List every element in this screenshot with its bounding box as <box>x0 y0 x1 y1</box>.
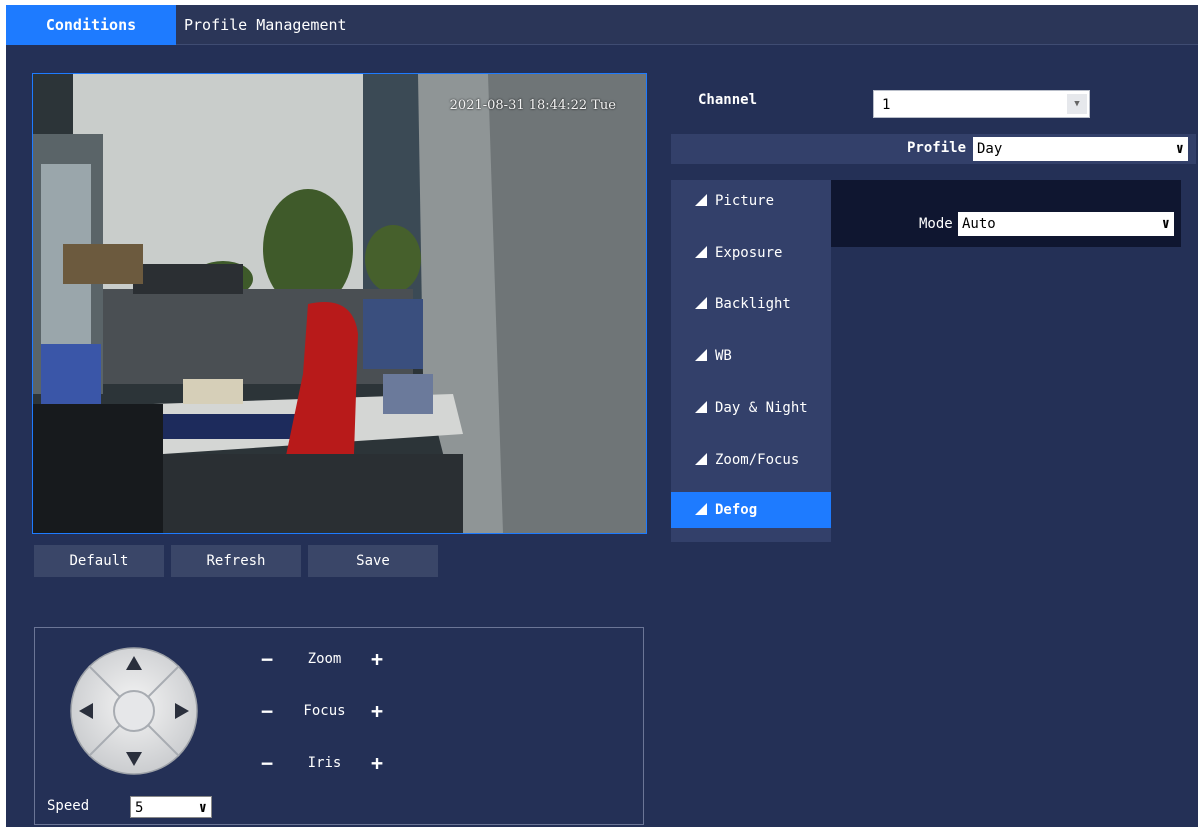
triangle-corner-icon <box>695 348 707 361</box>
menu-item-label: Picture <box>715 193 775 209</box>
profile-bar: Profile Day ∨ <box>671 134 1196 164</box>
menu-item-label: Defog <box>715 502 758 518</box>
focus-plus-button[interactable]: + <box>367 699 387 723</box>
menu-item-zoom-focus[interactable]: Zoom/Focus <box>671 442 831 478</box>
default-button[interactable]: Default <box>34 545 164 577</box>
dropdown-arrow-icon[interactable]: ▼ <box>1067 94 1087 114</box>
iris-minus-button[interactable]: − <box>257 751 277 775</box>
tab-profile-management[interactable]: Profile Management <box>184 5 384 45</box>
iris-control: − Iris + <box>257 751 397 775</box>
triangle-corner-icon <box>695 452 707 465</box>
triangle-corner-icon <box>695 245 707 258</box>
video-timestamp-overlay: 2021-08-31 18:44:22 Tue <box>449 98 616 113</box>
menu-item-picture[interactable]: Picture <box>671 183 831 219</box>
camera-scene <box>33 74 646 533</box>
triangle-corner-icon <box>695 193 707 206</box>
top-tab-bar: Conditions Profile Management <box>6 5 1198 45</box>
triangle-corner-icon <box>695 296 707 309</box>
menu-item-label: Zoom/Focus <box>715 452 800 468</box>
channel-value: 1 <box>882 97 891 113</box>
menu-item-backlight[interactable]: Backlight <box>671 286 831 322</box>
channel-select[interactable]: 1 ▼ <box>873 90 1090 118</box>
zoom-minus-button[interactable]: − <box>257 647 277 671</box>
focus-control: − Focus + <box>257 699 397 723</box>
settings-menu: Picture Exposure Backlight WB Day & Nigh… <box>671 180 831 542</box>
app-window: Conditions Profile Management 2021-08-31… <box>6 5 1198 827</box>
menu-item-label: Day & Night <box>715 400 808 416</box>
speed-label: Speed <box>47 798 90 814</box>
iris-label: Iris <box>307 755 342 771</box>
live-video-preview: 2021-08-31 18:44:22 Tue <box>32 73 647 534</box>
menu-item-label: Exposure <box>715 245 783 261</box>
focus-minus-button[interactable]: − <box>257 699 277 723</box>
tab-conditions[interactable]: Conditions <box>6 5 176 45</box>
chevron-down-icon: ∨ <box>198 800 207 816</box>
chevron-down-icon: ∨ <box>1161 216 1170 232</box>
ptz-control-panel: − Zoom + − Focus + − Iris + Speed 5 ∨ <box>34 627 644 825</box>
channel-label: Channel <box>698 92 758 108</box>
speed-select[interactable]: 5 ∨ <box>130 796 212 818</box>
menu-item-day-night[interactable]: Day & Night <box>671 390 831 426</box>
zoom-control: − Zoom + <box>257 647 397 671</box>
defog-settings-panel: Mode Auto ∨ <box>831 180 1181 247</box>
mode-select[interactable]: Auto ∨ <box>958 212 1174 236</box>
triangle-corner-icon <box>695 502 707 515</box>
chevron-down-icon: ∨ <box>1175 141 1184 157</box>
triangle-corner-icon <box>695 400 707 413</box>
save-button[interactable]: Save <box>308 545 438 577</box>
zoom-plus-button[interactable]: + <box>367 647 387 671</box>
zoom-label: Zoom <box>307 651 342 667</box>
profile-select[interactable]: Day ∨ <box>973 137 1188 161</box>
menu-item-label: WB <box>715 348 732 364</box>
refresh-button[interactable]: Refresh <box>171 545 301 577</box>
menu-item-exposure[interactable]: Exposure <box>671 235 831 271</box>
menu-item-wb[interactable]: WB <box>671 338 831 374</box>
focus-label: Focus <box>303 703 346 719</box>
profile-label: Profile <box>907 140 967 156</box>
menu-item-defog[interactable]: Defog <box>671 492 831 528</box>
mode-label: Mode <box>919 216 953 232</box>
iris-plus-button[interactable]: + <box>367 751 387 775</box>
speed-value: 5 <box>135 800 144 816</box>
mode-value: Auto <box>962 216 996 232</box>
profile-value: Day <box>977 141 1003 157</box>
menu-item-label: Backlight <box>715 296 791 312</box>
ptz-direction-pad <box>70 647 198 775</box>
